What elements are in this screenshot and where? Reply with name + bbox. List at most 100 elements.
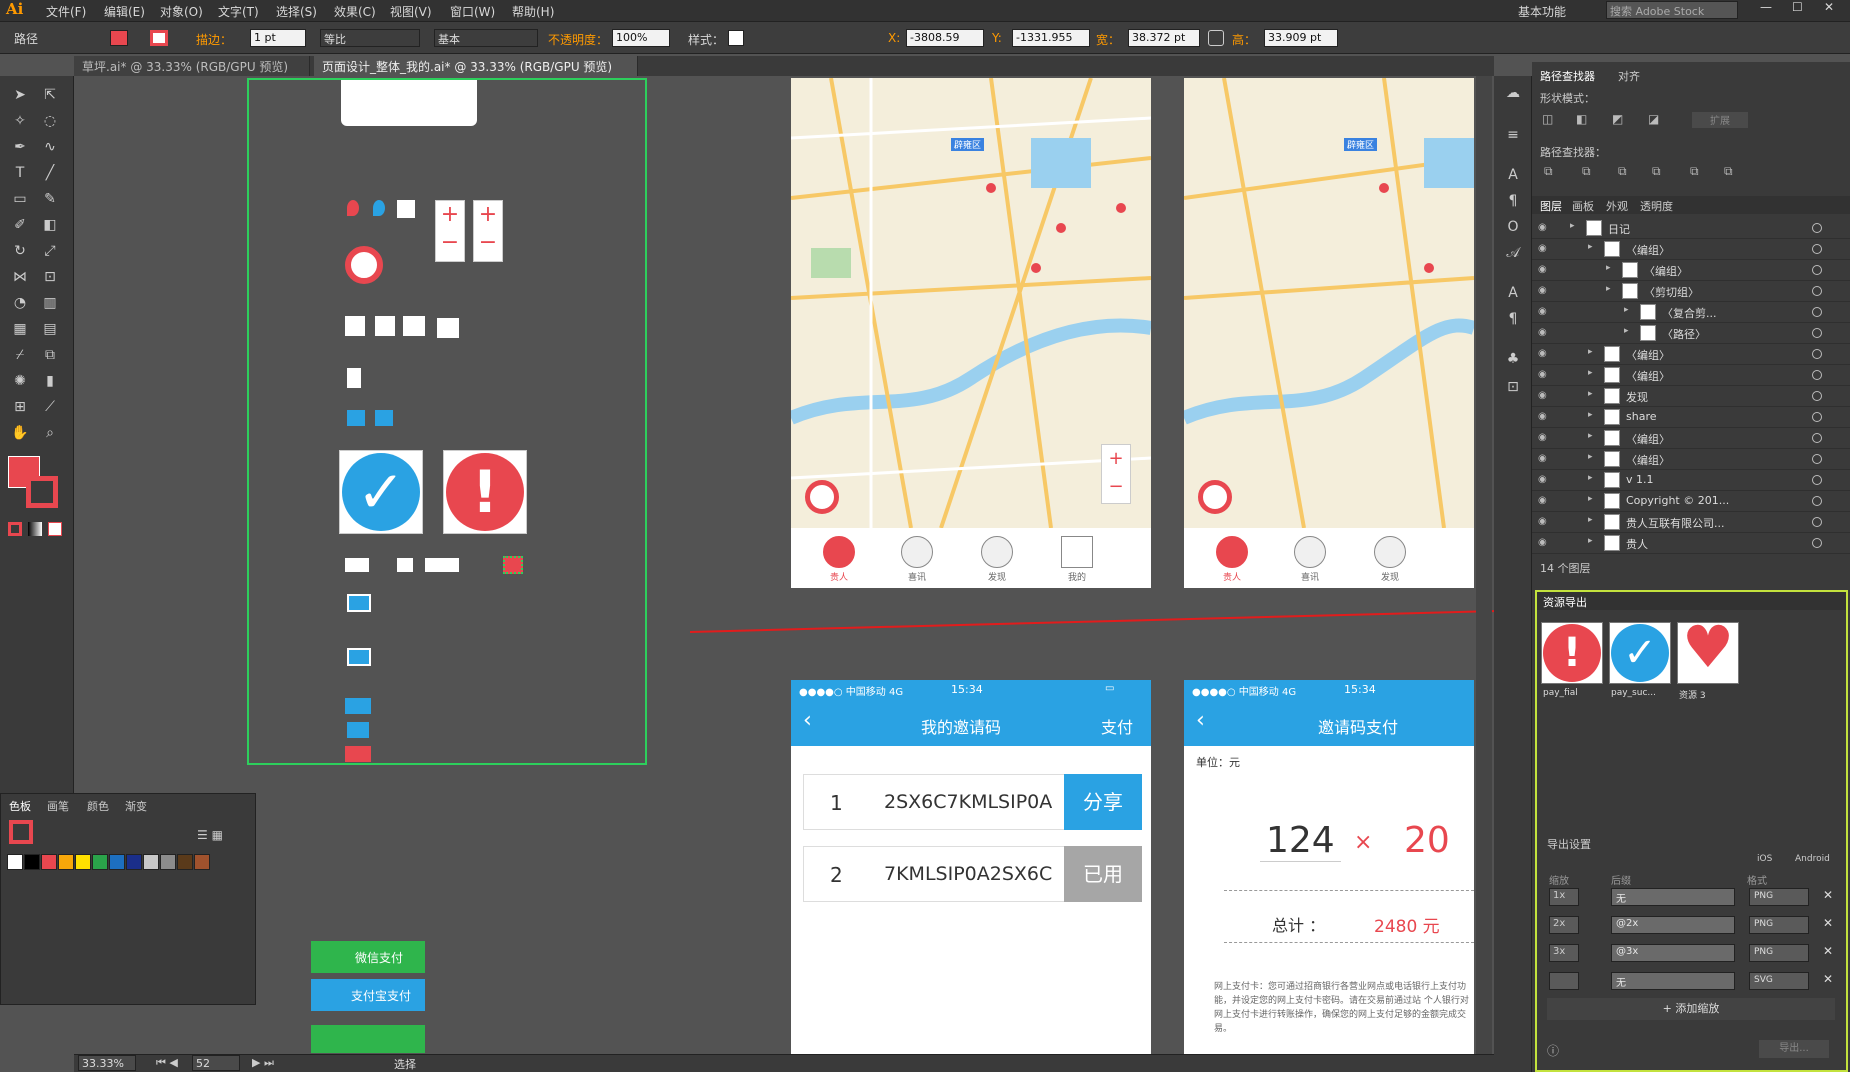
- stroke-swatch[interactable]: [150, 30, 168, 46]
- layer-name[interactable]: Copyright © 201...: [1626, 494, 1729, 507]
- wechat-pay-button[interactable]: 微信支付: [311, 941, 425, 973]
- stroke-weight-field[interactable]: 1 pt: [250, 29, 306, 47]
- asset-pay-fail[interactable]: !: [1541, 622, 1603, 684]
- minus-back-icon[interactable]: ⧉: [1724, 164, 1733, 179]
- tab-layers[interactable]: 图层: [1540, 198, 1562, 214]
- layer-name[interactable]: share: [1626, 410, 1657, 423]
- blank-square-icon[interactable]: [403, 316, 425, 336]
- visibility-eye-icon[interactable]: ◉: [1538, 516, 1550, 528]
- expand-triangle-icon[interactable]: ▸: [1624, 326, 1629, 336]
- tooltip-bubble[interactable]: [341, 80, 477, 126]
- tab-xixun[interactable]: 喜讯: [887, 536, 947, 583]
- direct-selection-tool-icon[interactable]: ⇱: [38, 84, 62, 106]
- expand-triangle-icon[interactable]: ▸: [1588, 473, 1593, 483]
- slice-tool-icon[interactable]: ⟋: [38, 396, 62, 418]
- gradient-tool-icon[interactable]: ▤: [38, 318, 62, 340]
- layer-row[interactable]: ◉ ▸ 〈路径〉: [1532, 323, 1850, 344]
- layer-row[interactable]: ◉ ▸ 〈编组〉: [1532, 428, 1850, 449]
- layer-name[interactable]: v 1.1: [1626, 473, 1654, 486]
- link-icon[interactable]: [1208, 30, 1224, 46]
- people-red-icon[interactable]: [345, 746, 371, 762]
- layer-row[interactable]: ◉ ▸ 〈编组〉: [1532, 239, 1850, 260]
- menu-help[interactable]: 帮助(H): [512, 3, 554, 20]
- opacity-field[interactable]: 100%: [612, 29, 670, 47]
- visibility-eye-icon[interactable]: ◉: [1538, 348, 1550, 360]
- suffix-field[interactable]: 无: [1611, 972, 1735, 990]
- layer-name[interactable]: 〈复合剪...: [1662, 305, 1717, 321]
- layer-row[interactable]: ◉ ▸ share: [1532, 407, 1850, 428]
- blank-square-alt-icon[interactable]: [437, 318, 459, 338]
- asset-pay-success[interactable]: ✓: [1609, 622, 1671, 684]
- visibility-eye-icon[interactable]: ◉: [1538, 369, 1550, 381]
- minus-front-icon[interactable]: ◧: [1576, 112, 1587, 126]
- exclude-icon[interactable]: ◪: [1648, 112, 1659, 126]
- width-tool-icon[interactable]: ⋈: [8, 266, 32, 288]
- tab-xixun-copy[interactable]: 喜讯: [1280, 536, 1340, 583]
- tab-pathfinder[interactable]: 路径查找器: [1540, 68, 1595, 84]
- scale-field[interactable]: 1x: [1549, 888, 1579, 906]
- outline-icon[interactable]: ⧉: [1690, 164, 1699, 179]
- brush-definition[interactable]: 基本: [434, 29, 538, 47]
- target-circle-icon[interactable]: [1812, 328, 1822, 338]
- visibility-eye-icon[interactable]: ◉: [1538, 432, 1550, 444]
- selection-tool-icon[interactable]: ➤: [8, 84, 32, 106]
- visibility-eye-icon[interactable]: ◉: [1538, 327, 1550, 339]
- tab-guiren-copy[interactable]: 贵人: [1202, 536, 1262, 583]
- locate-button[interactable]: [805, 480, 839, 514]
- locate-button-copy[interactable]: [1198, 480, 1232, 514]
- target-circle-icon[interactable]: [1812, 475, 1822, 485]
- phone-map-screen[interactable]: 辟雍区 + − 贵人 喜讯 发现 我的: [791, 78, 1151, 588]
- target-circle-icon[interactable]: [1812, 370, 1822, 380]
- gradient-mode-icon[interactable]: [28, 522, 42, 536]
- selected-object-icon[interactable]: [503, 556, 523, 574]
- column-graph-icon[interactable]: ▮: [38, 370, 62, 392]
- target-circle-icon[interactable]: [1812, 433, 1822, 443]
- android-button[interactable]: Android: [1795, 854, 1830, 864]
- swatch-chip[interactable]: [75, 854, 91, 870]
- tab-guiren[interactable]: 贵人: [809, 536, 869, 583]
- tab-transparency[interactable]: 透明度: [1640, 198, 1673, 214]
- expand-triangle-icon[interactable]: ▸: [1588, 368, 1593, 378]
- scan-icon[interactable]: [345, 558, 369, 572]
- ios-button[interactable]: iOS: [1757, 854, 1772, 864]
- target-circle-icon[interactable]: [1812, 496, 1822, 506]
- suffix-field[interactable]: @3x: [1611, 944, 1735, 962]
- layer-row[interactable]: ◉ ▸ Copyright © 201...: [1532, 491, 1850, 512]
- layer-row[interactable]: ◉ ▸ 贵人互联有限公司...: [1532, 512, 1850, 533]
- menu-effect[interactable]: 效果(C): [334, 3, 376, 20]
- layer-name[interactable]: 〈剪切组〉: [1644, 284, 1699, 300]
- variable-width-profile[interactable]: 等比: [320, 29, 420, 47]
- expand-triangle-icon[interactable]: ▸: [1588, 347, 1593, 357]
- scale-tool-icon[interactable]: ⤢: [38, 240, 62, 262]
- expand-triangle-icon[interactable]: ▸: [1588, 515, 1593, 525]
- target-circle-icon[interactable]: [1812, 349, 1822, 359]
- remove-scale-icon[interactable]: ✕: [1823, 916, 1833, 930]
- share-button[interactable]: 分享: [1064, 774, 1142, 830]
- stroke-color-box[interactable]: [26, 476, 58, 508]
- paragraph-icon[interactable]: ¶: [1501, 190, 1525, 212]
- locate-target-icon[interactable]: [345, 246, 383, 284]
- phone-payment-screen[interactable]: ●●●●○ 中国移动 4G 15:34 ‹ 邀请码支付 单位：元 124 × 2…: [1184, 680, 1474, 1054]
- glyphs-icon[interactable]: 𝒜: [1501, 242, 1525, 264]
- expand-triangle-icon[interactable]: ▸: [1588, 431, 1593, 441]
- zoom-tool-icon[interactable]: ⌕: [38, 422, 62, 444]
- swatch-chip[interactable]: [58, 854, 74, 870]
- swatch-grid[interactable]: [7, 854, 243, 994]
- success-icon-frame[interactable]: ✓: [339, 450, 423, 534]
- alipay-button[interactable]: 支付宝支付: [311, 979, 425, 1011]
- y-field[interactable]: -1331.955: [1012, 29, 1090, 47]
- layers-list[interactable]: ◉ ▸ 日记 ◉ ▸ 〈编组〉 ◉ ▸ 〈编组〉 ◉ ▸ 〈剪切组〉 ◉ ▸ 〈复合剪... ◉ ▸ 〈路径〉 ◉ ▸…: [1532, 218, 1850, 554]
- scale-field[interactable]: 2x: [1549, 916, 1579, 934]
- close-button[interactable]: ✕: [1824, 0, 1834, 14]
- trim-icon[interactable]: ⧉: [1582, 164, 1591, 179]
- layer-name[interactable]: 发现: [1626, 389, 1648, 405]
- chat-icon[interactable]: [397, 558, 413, 572]
- height-field[interactable]: 33.909 pt: [1264, 29, 1338, 47]
- export-settings-label[interactable]: 导出设置: [1547, 836, 1591, 852]
- swatch-chip[interactable]: [177, 854, 193, 870]
- layer-name[interactable]: 〈编组〉: [1626, 242, 1670, 258]
- asset-heart[interactable]: ♥: [1677, 617, 1739, 684]
- remove-scale-icon[interactable]: ✕: [1823, 972, 1833, 986]
- tag-small-icon[interactable]: [375, 410, 393, 426]
- paragraph-styles-icon[interactable]: ¶: [1501, 308, 1525, 330]
